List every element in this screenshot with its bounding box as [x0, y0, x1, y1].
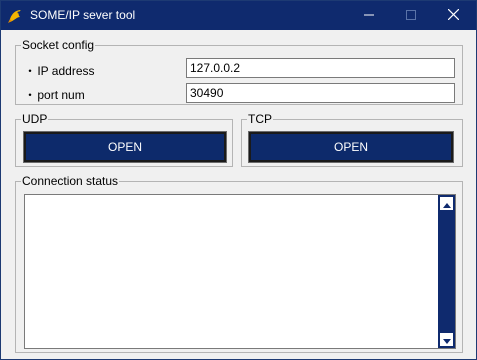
bullet-icon: ・ — [24, 64, 37, 78]
arrow-down-icon — [442, 331, 451, 349]
tcp-legend: TCP — [247, 111, 273, 127]
maximize-icon — [406, 7, 416, 25]
socket-config-group: Socket config ・ IP address 127.0.0.2 ・ p… — [15, 37, 463, 105]
port-num-field[interactable]: 30490 — [186, 83, 455, 103]
ip-address-label: ・ IP address — [24, 62, 95, 79]
ip-address-label-text: IP address — [37, 64, 95, 78]
udp-legend: UDP — [21, 111, 49, 127]
maximize-button[interactable] — [393, 1, 429, 30]
minimize-button[interactable] — [351, 1, 387, 30]
title-bar[interactable]: SOME/IP sever tool — [1, 1, 476, 30]
ip-address-field[interactable]: 127.0.0.2 — [186, 58, 455, 78]
close-icon — [447, 7, 459, 25]
vertical-scrollbar[interactable] — [438, 195, 455, 348]
scroll-up-button[interactable] — [439, 196, 454, 211]
app-window: SOME/IP sever tool Socket config ・ IP ad… — [0, 0, 477, 360]
minimize-icon — [364, 7, 374, 25]
bird-icon — [7, 7, 24, 24]
close-button[interactable] — [435, 1, 471, 30]
udp-open-button[interactable]: OPEN — [23, 131, 227, 163]
connection-status-legend: Connection status — [21, 173, 120, 189]
scroll-down-button[interactable] — [439, 332, 454, 347]
connection-status-group: Connection status — [15, 173, 463, 353]
socket-config-legend: Socket config — [21, 37, 96, 53]
tcp-open-button[interactable]: OPEN — [248, 131, 454, 163]
port-num-label-text: port num — [37, 88, 85, 102]
tcp-group: TCP OPEN — [241, 111, 463, 167]
udp-group: UDP OPEN — [15, 111, 233, 167]
arrow-up-icon — [442, 195, 451, 213]
connection-status-textarea[interactable] — [24, 194, 456, 349]
port-num-label: ・ port num — [24, 86, 85, 103]
bullet-icon: ・ — [24, 88, 37, 102]
window-title: SOME/IP sever tool — [30, 8, 136, 22]
